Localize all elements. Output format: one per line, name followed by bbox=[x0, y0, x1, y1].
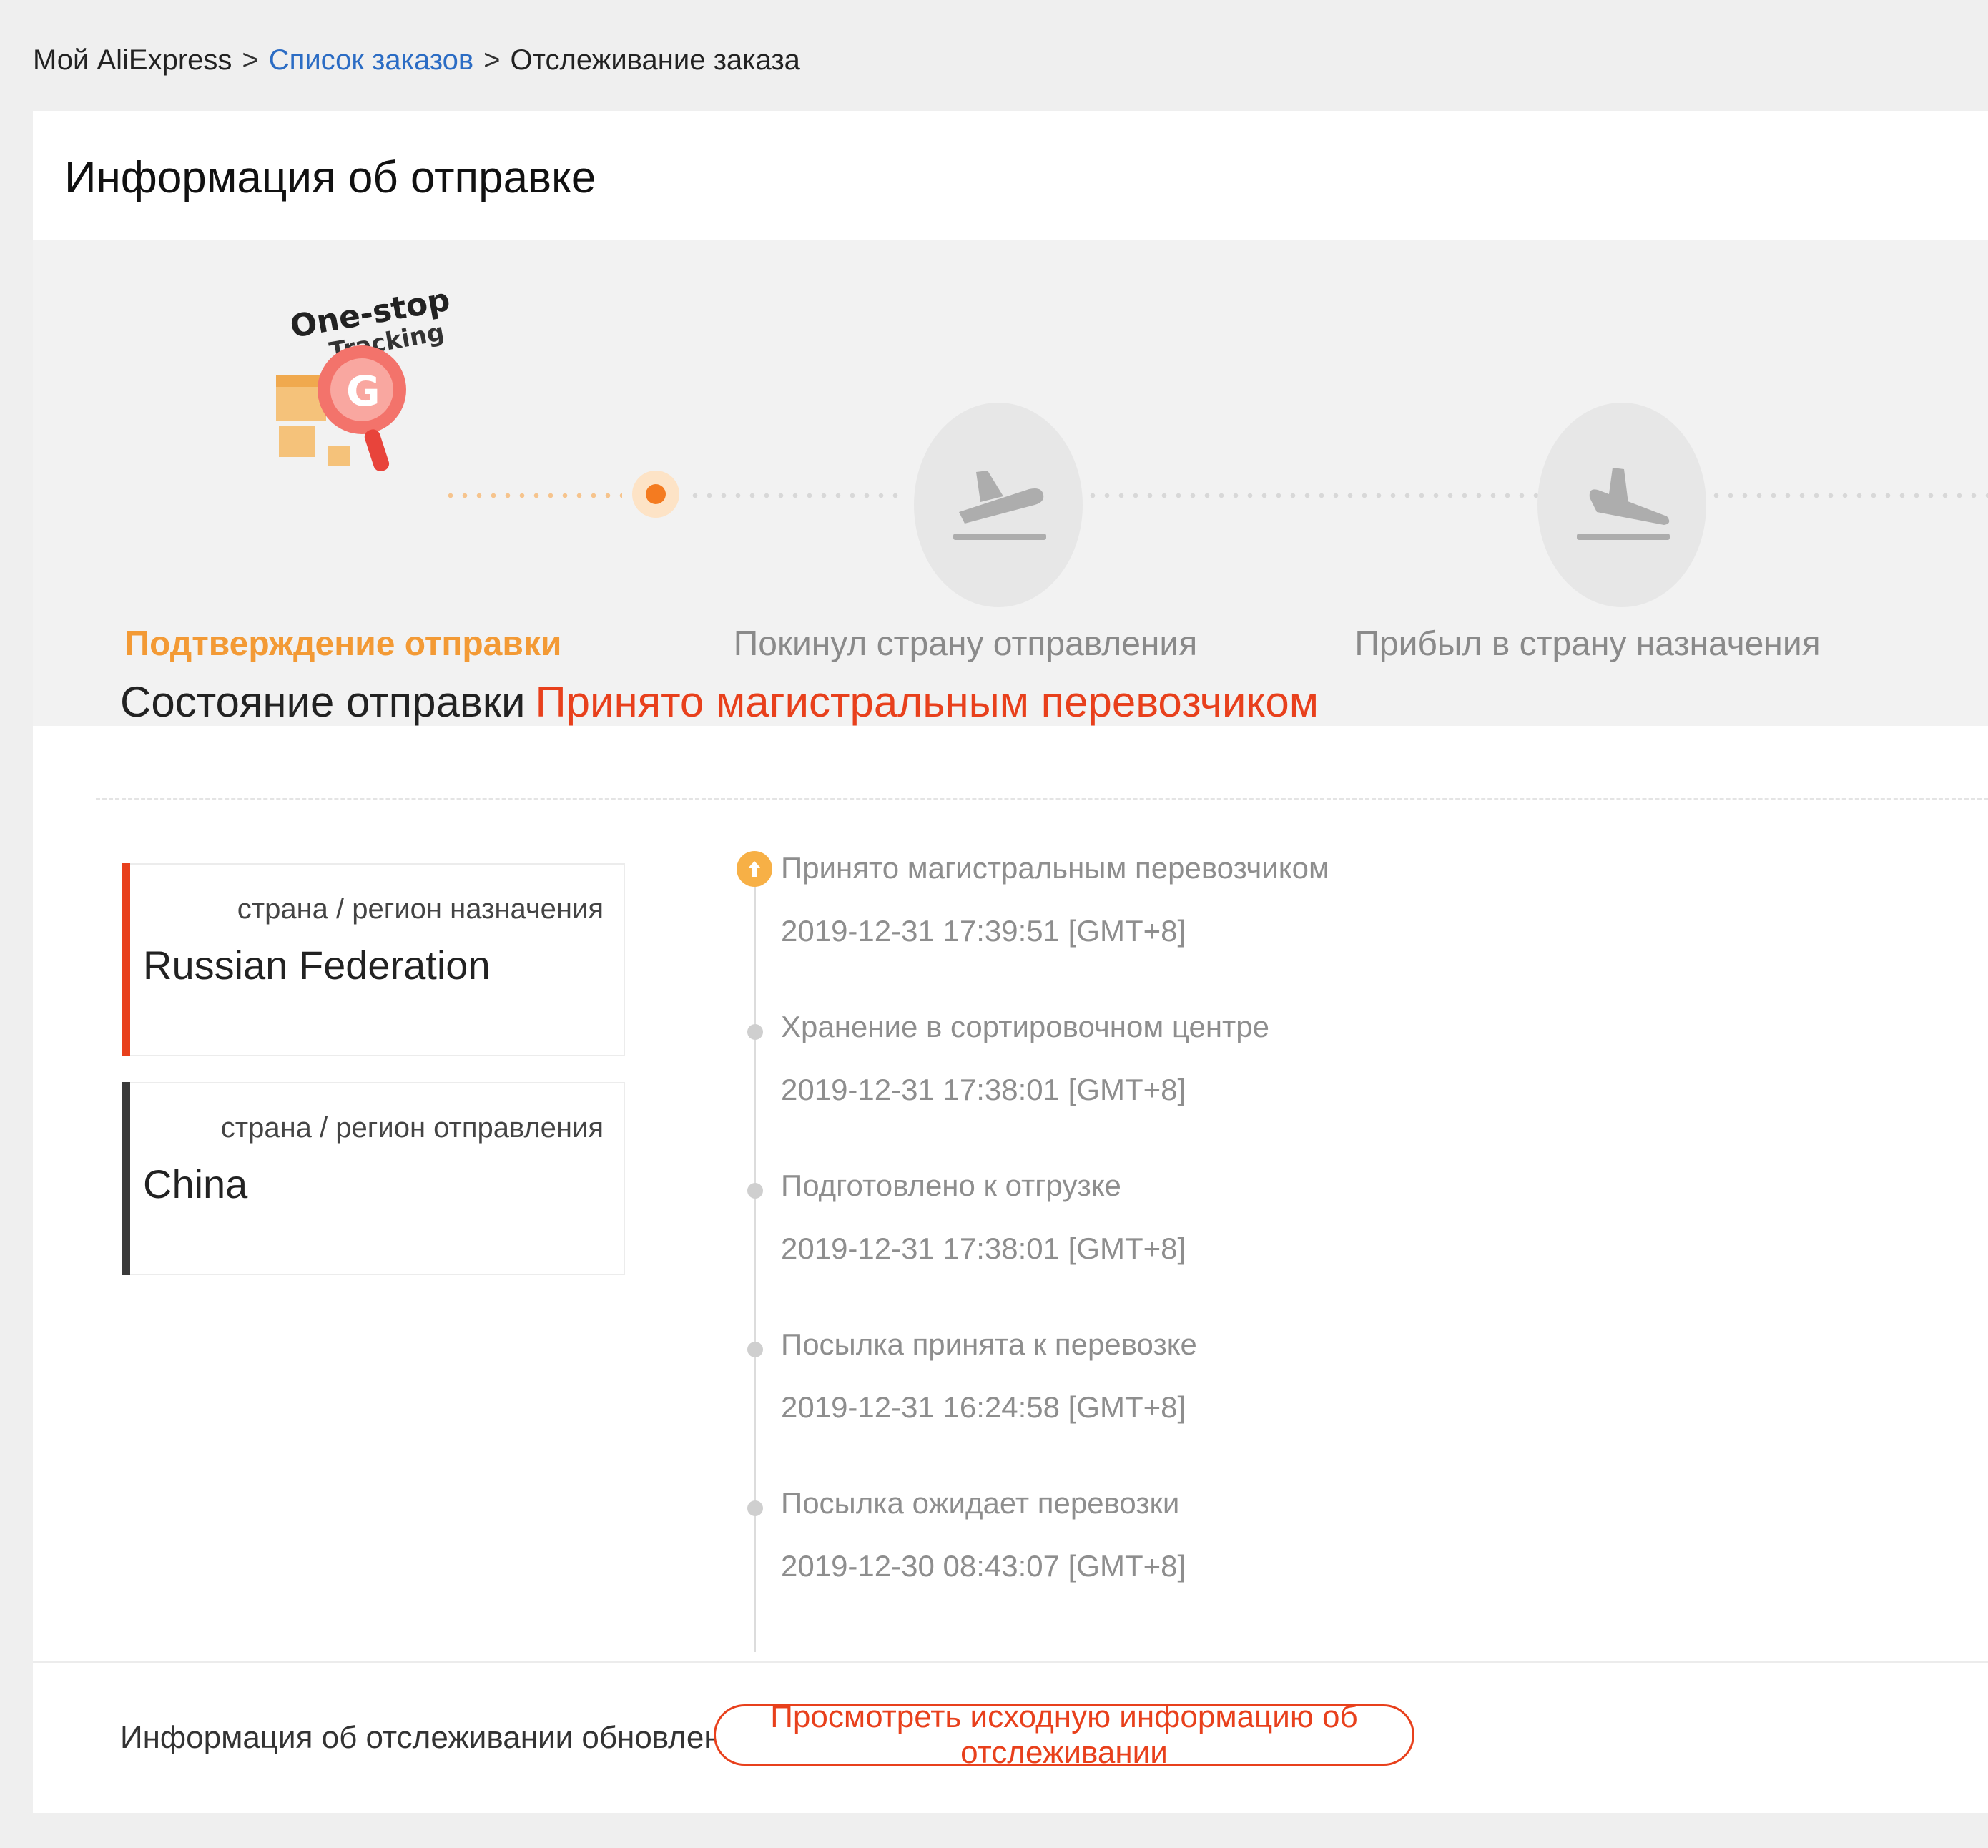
timeline-event: Принято магистральным перевозчиком 2019-… bbox=[737, 851, 1452, 1010]
event-time: 2019-12-31 17:38:01 [GMT+8] bbox=[781, 1073, 1186, 1106]
step-label-confirmation: Подтверждение отправки bbox=[124, 625, 562, 663]
step-label-departed: Покинул страну отправления bbox=[733, 625, 1198, 663]
status-label: Состояние отправки bbox=[120, 678, 526, 726]
destination-card: страна / регион назначения Russian Feder… bbox=[122, 863, 625, 1056]
breadcrumb-separator: > bbox=[483, 44, 501, 76]
status-value: Принято магистральным перевозчиком bbox=[535, 678, 1319, 726]
arrow-up-icon bbox=[737, 851, 772, 887]
shipment-panel: Информация об отправке One-stop Tracking… bbox=[33, 111, 1988, 1813]
event-time: 2019-12-31 16:24:58 [GMT+8] bbox=[781, 1390, 1186, 1424]
shipment-status: Состояние отправки Принято магистральным … bbox=[120, 677, 1319, 727]
breadcrumb-home[interactable]: Мой AliExpress bbox=[33, 44, 232, 77]
event-time: 2019-12-31 17:39:51 [GMT+8] bbox=[781, 914, 1186, 948]
event-time: 2019-12-30 08:43:07 [GMT+8] bbox=[781, 1549, 1186, 1583]
tracking-logo-graphic: One-stop Tracking G bbox=[276, 282, 453, 472]
event-title: Хранение в сортировочном центре bbox=[781, 1010, 1269, 1043]
timeline-event: Хранение в сортировочном центре 2019-12-… bbox=[737, 1010, 1452, 1169]
timeline-event: Посылка ожидает перевозки 2019-12-30 08:… bbox=[737, 1486, 1452, 1645]
one-stop-tracking-logo: One-stop Tracking G bbox=[269, 268, 469, 483]
origin-accent-bar bbox=[122, 1082, 130, 1275]
timeline-dot-icon bbox=[747, 1342, 763, 1357]
event-time: 2019-12-31 17:38:01 [GMT+8] bbox=[781, 1232, 1186, 1265]
progress-dots-done bbox=[443, 493, 622, 498]
origin-card: страна / регион отправления China bbox=[122, 1082, 625, 1275]
plane-arrival-icon bbox=[1537, 403, 1706, 607]
event-title: Принято магистральным перевозчиком bbox=[781, 851, 1329, 885]
progress-steps: One-stop Tracking G Подтверждение отправ… bbox=[33, 240, 1988, 726]
breadcrumb-orders-link[interactable]: Список заказов bbox=[269, 44, 473, 77]
progress-dots bbox=[1086, 493, 1543, 498]
divider bbox=[33, 1661, 1988, 1663]
step-label-arrived: Прибыл в страну назначения bbox=[1354, 625, 1821, 663]
tracking-timeline: Принято магистральным перевозчиком 2019-… bbox=[737, 851, 1452, 1724]
destination-country: Russian Federation bbox=[143, 943, 491, 988]
destination-accent-bar bbox=[122, 863, 130, 1056]
breadcrumb-current: Отслеживание заказа bbox=[510, 44, 800, 76]
event-title: Подготовлено к отгрузке bbox=[781, 1169, 1121, 1202]
breadcrumb-separator: > bbox=[242, 44, 259, 76]
timeline-dot-icon bbox=[747, 1500, 763, 1516]
timeline-dot-icon bbox=[747, 1183, 763, 1199]
view-raw-tracking-button[interactable]: Просмотреть исходную информацию об отсле… bbox=[714, 1699, 1414, 1770]
breadcrumb: Мой AliExpress > Список заказов > Отслеж… bbox=[33, 37, 800, 83]
plane-departure-icon bbox=[914, 403, 1083, 607]
event-title: Посылка ожидает перевозки bbox=[781, 1486, 1180, 1520]
origin-country: China bbox=[143, 1161, 248, 1206]
svg-text:G: G bbox=[346, 367, 380, 416]
origin-caption: страна / регион отправления bbox=[220, 1112, 604, 1144]
timeline-event: Посылка принята к перевозке 2019-12-31 1… bbox=[737, 1327, 1452, 1486]
timeline-event: Подготовлено к отгрузке 2019-12-31 17:38… bbox=[737, 1169, 1452, 1327]
destination-caption: страна / регион назначения bbox=[237, 893, 604, 925]
page-title: Информация об отправке bbox=[64, 153, 596, 202]
progress-dots bbox=[1709, 493, 1988, 498]
current-step-indicator bbox=[632, 471, 679, 518]
progress-dots bbox=[688, 493, 902, 498]
timeline-dot-icon bbox=[747, 1024, 763, 1040]
event-title: Посылка принята к перевозке bbox=[781, 1327, 1197, 1361]
divider bbox=[96, 798, 1988, 800]
